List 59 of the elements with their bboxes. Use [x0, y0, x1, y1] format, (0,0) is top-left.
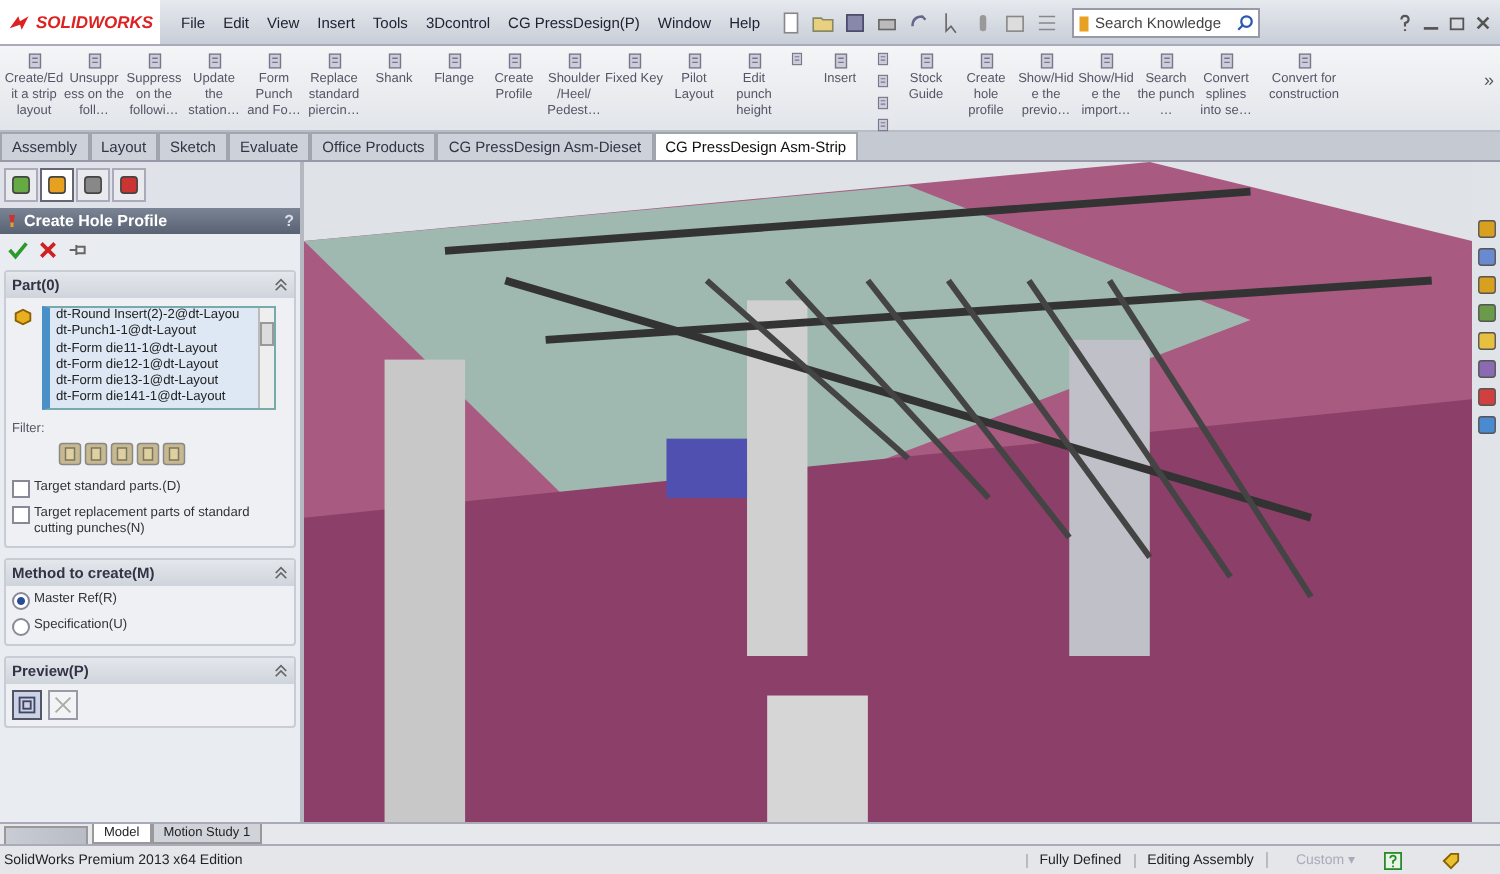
restore-icon[interactable]	[1448, 13, 1466, 31]
tool-icon	[203, 50, 225, 72]
filter-button[interactable]	[110, 442, 134, 466]
tool-icon	[443, 50, 465, 72]
tool-icon[interactable]	[788, 50, 806, 68]
tool-icon[interactable]	[874, 116, 892, 134]
collapse-icon	[274, 565, 288, 580]
scrollbar[interactable]	[258, 308, 274, 408]
tool-icon	[23, 50, 45, 72]
property-icon[interactable]	[40, 168, 74, 202]
collapse-icon	[274, 278, 288, 292]
tool-icon	[683, 50, 705, 72]
help-icon[interactable]	[1396, 13, 1414, 31]
tool-icon	[323, 50, 345, 72]
radio-button[interactable]	[12, 591, 30, 610]
tool-icon	[623, 50, 645, 72]
configuration-icon[interactable]	[76, 168, 110, 202]
tool-icon	[563, 50, 585, 72]
filter-button[interactable]	[162, 442, 186, 466]
filter-button[interactable]	[58, 442, 82, 466]
app-logo: SOLIDWORKS	[0, 0, 160, 44]
filter-button[interactable]	[84, 442, 108, 466]
tool-icon[interactable]	[874, 94, 892, 112]
ok-icon[interactable]	[8, 240, 28, 260]
save-icon[interactable]	[841, 9, 868, 35]
logo-icon	[8, 13, 32, 31]
checkbox[interactable]	[12, 480, 30, 498]
tool-icon	[263, 50, 285, 72]
cancel-icon[interactable]	[38, 240, 58, 260]
checkbox[interactable]	[12, 506, 30, 524]
book-icon	[1077, 13, 1090, 33]
more-button[interactable]: »	[1477, 46, 1500, 90]
collapse-icon	[274, 663, 288, 678]
tool-icon	[915, 50, 937, 72]
part-icon	[12, 306, 34, 328]
tool-icon	[975, 50, 997, 72]
tool-icon[interactable]	[874, 50, 892, 68]
tool-icon[interactable]	[874, 72, 892, 90]
tool-icon	[829, 50, 851, 72]
close-icon[interactable]	[1474, 13, 1492, 31]
radio-button[interactable]	[12, 617, 30, 636]
feature-tree-icon[interactable]	[4, 168, 38, 202]
tool-icon	[1215, 50, 1237, 72]
tool-icon	[1293, 50, 1315, 72]
tool-icon	[503, 50, 525, 72]
tool-icon	[1155, 50, 1177, 72]
tool-icon	[83, 50, 105, 72]
pushpin-icon[interactable]	[68, 240, 88, 260]
tool-icon	[143, 50, 165, 72]
tool-icon	[743, 50, 765, 72]
tool-icon	[1095, 50, 1117, 72]
hole-tool-icon	[6, 212, 18, 230]
tool-icon	[383, 50, 405, 72]
tool-icon	[1035, 50, 1057, 72]
filter-button[interactable]	[136, 442, 160, 466]
preview-button[interactable]	[12, 689, 42, 720]
help-icon[interactable]	[1384, 851, 1402, 869]
panel-title: Create Hole Profile	[24, 212, 168, 230]
tag-icon[interactable]	[1442, 851, 1460, 869]
